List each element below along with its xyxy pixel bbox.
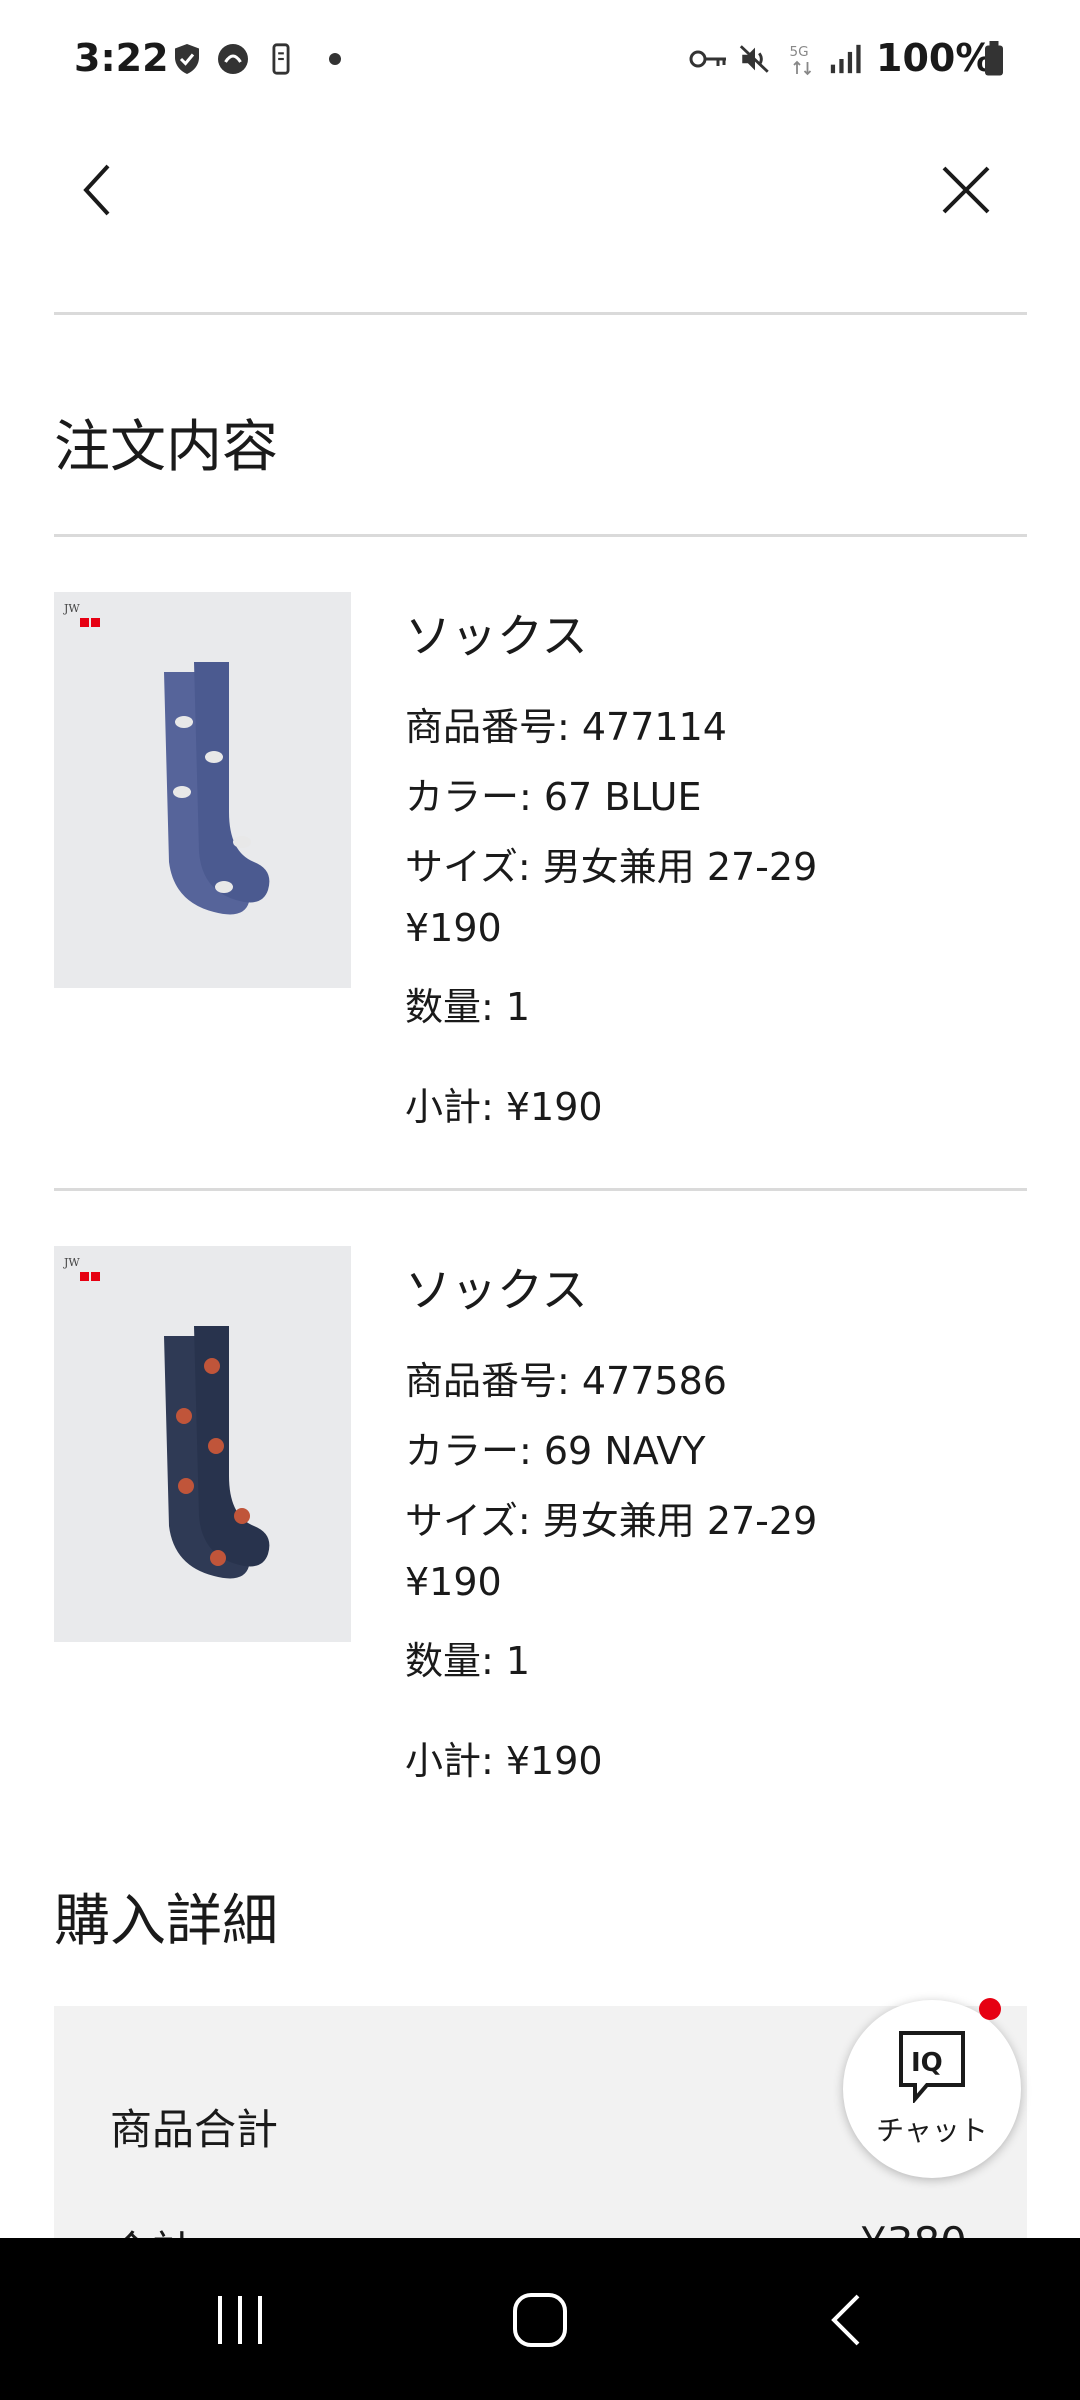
product-size: サイズ: 男女兼用 27-29 [405,1499,818,1543]
product-price: ¥190 [405,906,502,950]
key-icon [686,40,730,78]
purchase-details-title: 購入詳細 [54,1889,278,1954]
back-button[interactable] [58,150,138,230]
items-total-label: 商品合計 [110,2105,279,2154]
vpn-shield-icon [168,40,206,78]
blue-socks-icon [164,662,270,915]
product-name[interactable]: ソックス [405,600,588,666]
recent-apps-button[interactable] [180,2270,300,2370]
order-contents-title: 注文内容 [54,415,278,480]
back-arrow-icon [831,2294,860,2346]
product-number: 商品番号: 477586 [405,1359,727,1403]
home-icon [513,2293,567,2347]
battery-icon [980,40,1008,78]
navy-socks-icon [164,1326,270,1579]
uniqlo-logo [80,1272,100,1281]
chevron-left-icon [83,164,110,216]
brand-logo: JW [64,1256,80,1269]
product-quantity: 数量: 1 [405,985,531,1029]
close-button[interactable] [926,150,1006,230]
close-icon [942,166,990,214]
brand-logo: JW [64,602,80,615]
app-notification-icon [214,40,252,78]
product-image-blue-socks[interactable]: JW [54,592,351,988]
phone-vibrate-icon [262,40,300,78]
mute-icon [736,40,774,78]
product-image-navy-socks[interactable]: JW [54,1246,351,1642]
product-color: カラー: 69 NAVY [405,1429,706,1473]
system-back-button[interactable] [786,2270,906,2370]
chat-notification-badge [979,1998,1001,2020]
chat-label: チャット [876,2114,988,2147]
product-subtotal: 小計: ¥190 [405,1085,603,1129]
product-color: カラー: 67 BLUE [405,775,702,819]
5g-icon: 5G [784,40,822,78]
uniqlo-logo [80,618,100,627]
battery-percent: 100% [876,36,994,80]
signal-icon [826,40,864,78]
chat-button[interactable]: IQ チャット [843,2000,1021,2178]
product-subtotal: 小計: ¥190 [405,1739,603,1783]
dot-icon [316,40,354,78]
svg-text:5G: 5G [790,44,809,60]
header-divider [54,312,1027,315]
product-quantity: 数量: 1 [405,1639,531,1683]
product-price: ¥190 [405,1560,502,1604]
product-divider [54,1188,1027,1191]
home-button[interactable] [480,2270,600,2370]
product-name[interactable]: ソックス [405,1254,588,1320]
product-number: 商品番号: 477114 [405,705,727,749]
iq-chat-icon: IQ [899,2031,965,2103]
status-time: 3:22 [74,36,169,80]
svg-text:IQ: IQ [911,2048,943,2078]
section-divider [54,534,1027,537]
product-size: サイズ: 男女兼用 27-29 [405,845,818,889]
recent-apps-icon [218,2296,262,2344]
